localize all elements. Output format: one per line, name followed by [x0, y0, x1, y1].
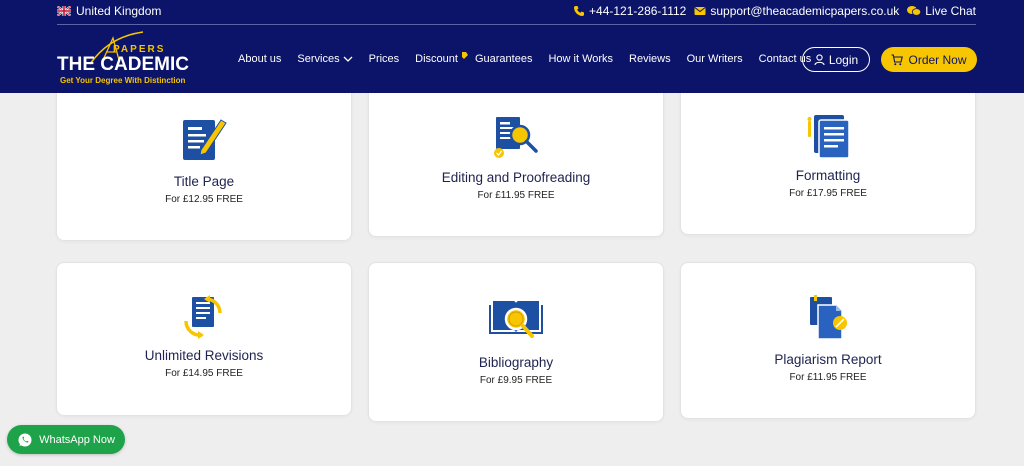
card-title: Title Page — [173, 174, 235, 189]
feature-card-bibliography: Bibliography For £9.95 FREE — [368, 262, 664, 422]
nav-prices[interactable]: Prices — [369, 53, 400, 65]
chat-icon — [907, 6, 922, 16]
whatsapp-icon — [18, 433, 32, 446]
order-now-button[interactable]: Order Now — [881, 47, 977, 72]
card-title: Formatting — [795, 168, 861, 183]
user-icon — [814, 53, 825, 65]
discount-tag-icon — [461, 51, 468, 59]
nav-discount-label: Discount — [415, 53, 458, 65]
feature-card-unlimited-revisions: Unlimited Revisions For £14.95 FREE — [56, 262, 352, 416]
nav-guarantees[interactable]: Guarantees — [475, 53, 532, 65]
site-header: United Kingdom +44-121-286-1112 support@… — [0, 0, 1024, 93]
country-selector[interactable]: United Kingdom — [57, 4, 161, 18]
main-nav: About us Services Prices Discount Guaran… — [238, 51, 827, 65]
revisions-icon — [184, 295, 222, 339]
nav-services-label: Services — [297, 53, 340, 65]
top-bar: United Kingdom +44-121-286-1112 support@… — [57, 0, 976, 25]
cart-icon — [891, 53, 904, 65]
card-title: Plagiarism Report — [774, 352, 882, 367]
country-label: United Kingdom — [76, 4, 162, 18]
card-price: For £14.95 FREE — [165, 368, 243, 379]
nav-our-writers[interactable]: Our Writers — [687, 53, 743, 65]
logo-main-text: THE CADEMIC — [57, 54, 189, 75]
card-price: For £11.95 FREE — [789, 372, 867, 383]
phone-icon — [574, 6, 585, 16]
plagiarism-icon — [810, 295, 847, 340]
phone-number: +44-121-286-1112 — [589, 4, 687, 18]
card-price: For £17.95 FREE — [789, 188, 867, 199]
nav-reviews[interactable]: Reviews — [629, 53, 671, 65]
proofreading-icon — [494, 117, 538, 158]
card-price: For £11.95 FREE — [477, 190, 555, 201]
phone-link[interactable]: +44-121-286-1112 — [573, 4, 686, 18]
card-price: For £9.95 FREE — [479, 375, 553, 386]
nav-services[interactable]: Services — [297, 53, 353, 65]
uk-flag-icon — [57, 6, 71, 16]
mail-icon — [694, 7, 706, 15]
formatting-icon — [807, 115, 850, 159]
card-title: Editing and Proofreading — [441, 170, 591, 185]
chevron-down-icon — [343, 56, 353, 62]
live-chat-link[interactable]: Live Chat — [907, 4, 976, 18]
whatsapp-label: WhatsApp Now — [39, 433, 115, 446]
title-page-icon — [183, 119, 227, 160]
live-chat-label: Live Chat — [925, 4, 976, 18]
feature-card-formatting: Formatting For £17.95 FREE — [680, 80, 976, 235]
site-logo[interactable]: PAPERS THE CADEMIC Get Your Degree With … — [57, 30, 197, 88]
card-title: Unlimited Revisions — [144, 348, 264, 363]
whatsapp-now-button[interactable]: WhatsApp Now — [7, 425, 125, 454]
bibliography-icon — [489, 301, 543, 338]
login-button[interactable]: Login — [802, 47, 870, 72]
email-link[interactable]: support@theacademicpapers.co.uk — [694, 4, 899, 18]
nav-how-it-works[interactable]: How it Works — [548, 53, 613, 65]
login-label: Login — [828, 52, 859, 67]
contact-links: +44-121-286-1112 support@theacademicpape… — [573, 4, 976, 18]
feature-card-title-page: Title Page For £12.95 FREE — [56, 80, 352, 241]
feature-card-editing-proofreading: Editing and Proofreading For £11.95 FREE — [368, 80, 664, 237]
order-now-label: Order Now — [908, 52, 967, 67]
feature-card-plagiarism-report: Plagiarism Report For £11.95 FREE — [680, 262, 976, 419]
nav-about-us[interactable]: About us — [238, 53, 281, 65]
logo-tagline: Get Your Degree With Distinction — [60, 76, 186, 85]
nav-discount[interactable]: Discount — [415, 51, 469, 65]
email-address: support@theacademicpapers.co.uk — [710, 4, 900, 18]
card-title: Bibliography — [478, 355, 554, 370]
card-price: For £12.95 FREE — [165, 194, 243, 205]
